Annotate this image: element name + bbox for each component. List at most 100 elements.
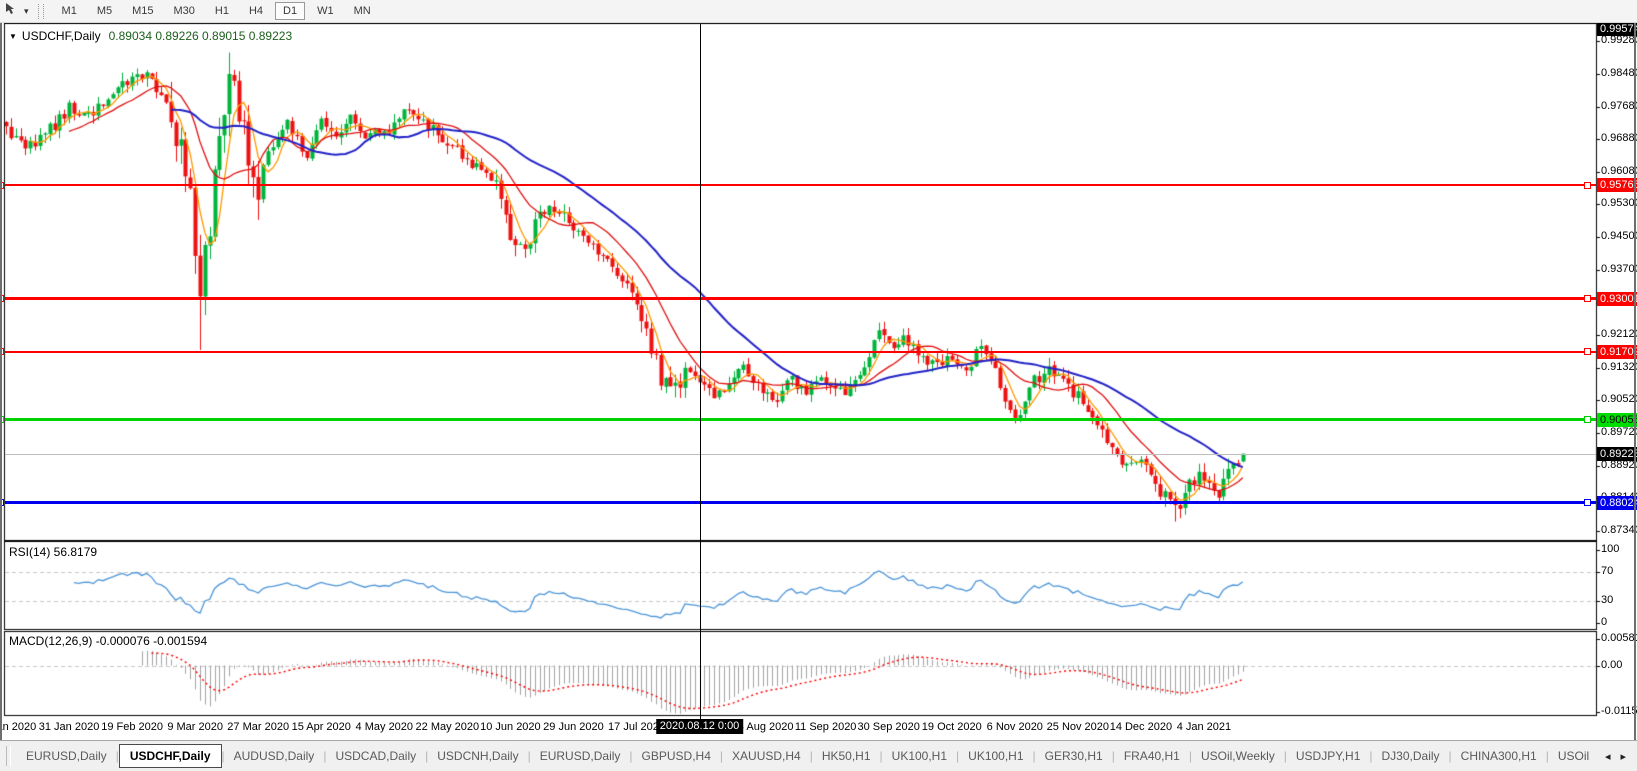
rsi-axis-label: 70 bbox=[1601, 565, 1613, 578]
chart-symbol-label: USDCHF,Daily bbox=[22, 29, 101, 43]
tab-fra40-h1[interactable]: FRA40,H1 bbox=[1115, 745, 1189, 767]
date-axis-label: 30 Sep 2020 bbox=[857, 721, 919, 733]
timeframe-button-w1[interactable]: W1 bbox=[309, 2, 342, 20]
tab-xauusd-h4[interactable]: XAUUSD,H4 bbox=[723, 745, 810, 767]
chart-canvas[interactable] bbox=[0, 0, 1637, 771]
tab-scroll-left-icon[interactable]: ◂ bbox=[1600, 748, 1616, 765]
tab-usdchf-daily[interactable]: USDCHF,Daily bbox=[119, 744, 222, 768]
cursor-tool-dropdown[interactable]: ▾ bbox=[21, 6, 32, 17]
date-axis-label: 6 Nov 2020 bbox=[987, 721, 1043, 733]
hline-0-91709-handle-right[interactable] bbox=[1584, 348, 1591, 355]
window-left-edge bbox=[0, 0, 2, 771]
date-axis-label: 25 Nov 2020 bbox=[1047, 721, 1109, 733]
current-price-line bbox=[5, 454, 1596, 455]
price-badge-0-93001: 0.93001 bbox=[1597, 292, 1637, 306]
tab-usdcad-daily[interactable]: USDCAD,Daily bbox=[326, 745, 425, 767]
hline-0-88024-handle-right[interactable] bbox=[1584, 499, 1591, 506]
timeframe-button-h1[interactable]: H1 bbox=[207, 2, 237, 20]
date-axis-label: 19 Oct 2020 bbox=[922, 721, 982, 733]
hline-0-93001-handle-right[interactable] bbox=[1584, 295, 1591, 302]
window-right-edge bbox=[1634, 0, 1636, 741]
price-axis-label: 0.94500 bbox=[1601, 230, 1637, 243]
hline-0-90055[interactable] bbox=[5, 418, 1596, 421]
price-badge-0-91709: 0.91709 bbox=[1597, 345, 1637, 359]
price-axis-label: 0.89720 bbox=[1601, 426, 1637, 439]
tab-eurusd-daily[interactable]: EURUSD,Daily bbox=[531, 745, 630, 767]
date-axis-label: 29 Jun 2020 bbox=[543, 721, 604, 733]
timeframe-button-m1[interactable]: M1 bbox=[54, 2, 85, 20]
vertical-line-crosshair[interactable] bbox=[700, 24, 701, 719]
macd-axis-label: 0.005818 bbox=[1601, 632, 1637, 645]
tab-dj30-daily[interactable]: DJ30,Daily bbox=[1373, 745, 1449, 767]
tab-usdjpy-h1[interactable]: USDJPY,H1 bbox=[1287, 745, 1369, 767]
date-axis-label: 4 Jan 2021 bbox=[1177, 721, 1231, 733]
hline-0-91709[interactable] bbox=[5, 351, 1596, 353]
timeframe-button-d1[interactable]: D1 bbox=[275, 2, 305, 20]
toolbar-grip[interactable] bbox=[38, 4, 44, 19]
chart-ohlc-values: 0.89034 0.89226 0.89015 0.89223 bbox=[109, 29, 293, 43]
price-axis-label: 0.88920 bbox=[1601, 459, 1637, 472]
macd-axis-label: 0.00 bbox=[1601, 659, 1622, 672]
cursor-tool-button[interactable] bbox=[0, 2, 21, 20]
price-axis-label: 0.96080 bbox=[1601, 165, 1637, 178]
chart-title: ▼ USDCHF,Daily 0.89034 0.89226 0.89015 0.8… bbox=[9, 29, 292, 43]
macd-axis-label: -0.011514 bbox=[1601, 705, 1637, 718]
date-axis-label: 31 Jan 2020 bbox=[39, 721, 100, 733]
rsi-axis-label: 30 bbox=[1601, 594, 1613, 607]
price-axis-label: 0.87340 bbox=[1601, 524, 1637, 537]
timeframe-toolbar: M1M5M15 M30H1H4D1W1MN bbox=[52, 2, 381, 20]
price-badge-0-99574: 0.99574 bbox=[1597, 22, 1637, 36]
date-axis-label: 9 Mar 2020 bbox=[167, 721, 223, 733]
timeframe-button-m5[interactable]: M5 bbox=[89, 2, 120, 20]
date-axis-label: 22 May 2020 bbox=[416, 721, 480, 733]
price-badge-0-88024: 0.88024 bbox=[1597, 496, 1637, 510]
tab-audusd-daily[interactable]: AUDUSD,Daily bbox=[225, 745, 324, 767]
hline-0-95766-handle-right[interactable] bbox=[1584, 182, 1591, 189]
hline-0-88024[interactable] bbox=[5, 501, 1596, 504]
chart-context-arrow-icon[interactable]: ▼ bbox=[9, 32, 17, 41]
hline-0-90055-handle-right[interactable] bbox=[1584, 416, 1591, 423]
date-axis-label: 19 Feb 2020 bbox=[101, 721, 163, 733]
price-axis-label: 0.92120 bbox=[1601, 328, 1637, 341]
timeframe-button-mn[interactable]: MN bbox=[346, 2, 379, 20]
date-axis-label: 11 Sep 2020 bbox=[795, 721, 857, 733]
trading-platform-window: ▾ M1M5M15 M30H1H4D1W1MN ▼ USDCHF,Daily 0.89… bbox=[0, 0, 1637, 771]
price-axis-label: 0.96880 bbox=[1601, 132, 1637, 145]
date-axis-label: 14 Dec 2020 bbox=[1110, 721, 1172, 733]
timeframe-button-m15[interactable]: M15 bbox=[124, 2, 161, 20]
tabbar-grip[interactable] bbox=[6, 746, 11, 766]
date-axis-label: 4 May 2020 bbox=[356, 721, 413, 733]
rsi-axis-label: 0 bbox=[1601, 616, 1607, 629]
tab-hk50-h1[interactable]: HK50,H1 bbox=[813, 745, 880, 767]
price-axis-label: 0.91320 bbox=[1601, 361, 1637, 374]
rsi-indicator-label: RSI(14) 56.8179 bbox=[9, 545, 97, 559]
tab-china300-h1[interactable]: CHINA300,H1 bbox=[1452, 745, 1546, 767]
tab-usdcnh-daily[interactable]: USDCNH,Daily bbox=[428, 745, 527, 767]
price-badge-0-90055: 0.90055 bbox=[1597, 413, 1637, 427]
price-axis-label: 0.98480 bbox=[1601, 67, 1637, 80]
tab-gbpusd-h4[interactable]: GBPUSD,H4 bbox=[633, 745, 720, 767]
toolbar: ▾ M1M5M15 M30H1H4D1W1MN bbox=[0, 0, 1637, 23]
tab-uk100-h1[interactable]: UK100,H1 bbox=[883, 745, 956, 767]
price-badge-0-95766: 0.95766 bbox=[1597, 178, 1637, 192]
hline-0-93001[interactable] bbox=[5, 297, 1596, 300]
price-axis-label: 0.95300 bbox=[1601, 197, 1637, 210]
tab-eurusd-daily[interactable]: EURUSD,Daily bbox=[17, 745, 116, 767]
timeframe-button-h4[interactable]: H4 bbox=[241, 2, 271, 20]
price-badge-0-89223: 0.89223 bbox=[1597, 447, 1637, 461]
macd-indicator-label: MACD(12,26,9) -0.000076 -0.001594 bbox=[9, 634, 207, 648]
chart-tab-bar: EURUSD,Daily|USDCHF,Daily|AUDUSD,Daily|U… bbox=[0, 740, 1637, 771]
crosshair-date-badge: 2020.08.12 0:00 bbox=[656, 719, 744, 734]
timeframe-button-m30[interactable]: M30 bbox=[166, 2, 203, 20]
tab-ger30-h1[interactable]: GER30,H1 bbox=[1036, 745, 1112, 767]
date-axis-label: 15 Apr 2020 bbox=[292, 721, 351, 733]
price-axis-label: 0.97680 bbox=[1601, 100, 1637, 113]
date-axis-label: 27 Mar 2020 bbox=[227, 721, 289, 733]
price-axis-label: 0.90520 bbox=[1601, 393, 1637, 406]
tab-uk100-h1[interactable]: UK100,H1 bbox=[959, 745, 1032, 767]
hline-0-95766[interactable] bbox=[5, 184, 1596, 186]
price-axis-label: 0.93700 bbox=[1601, 263, 1637, 276]
tab-scroll-controls: ◂ ▸ bbox=[1590, 741, 1637, 771]
tab-usoil-weekly[interactable]: USOil,Weekly bbox=[1192, 745, 1284, 767]
tab-scroll-right-icon[interactable]: ▸ bbox=[1615, 748, 1631, 765]
